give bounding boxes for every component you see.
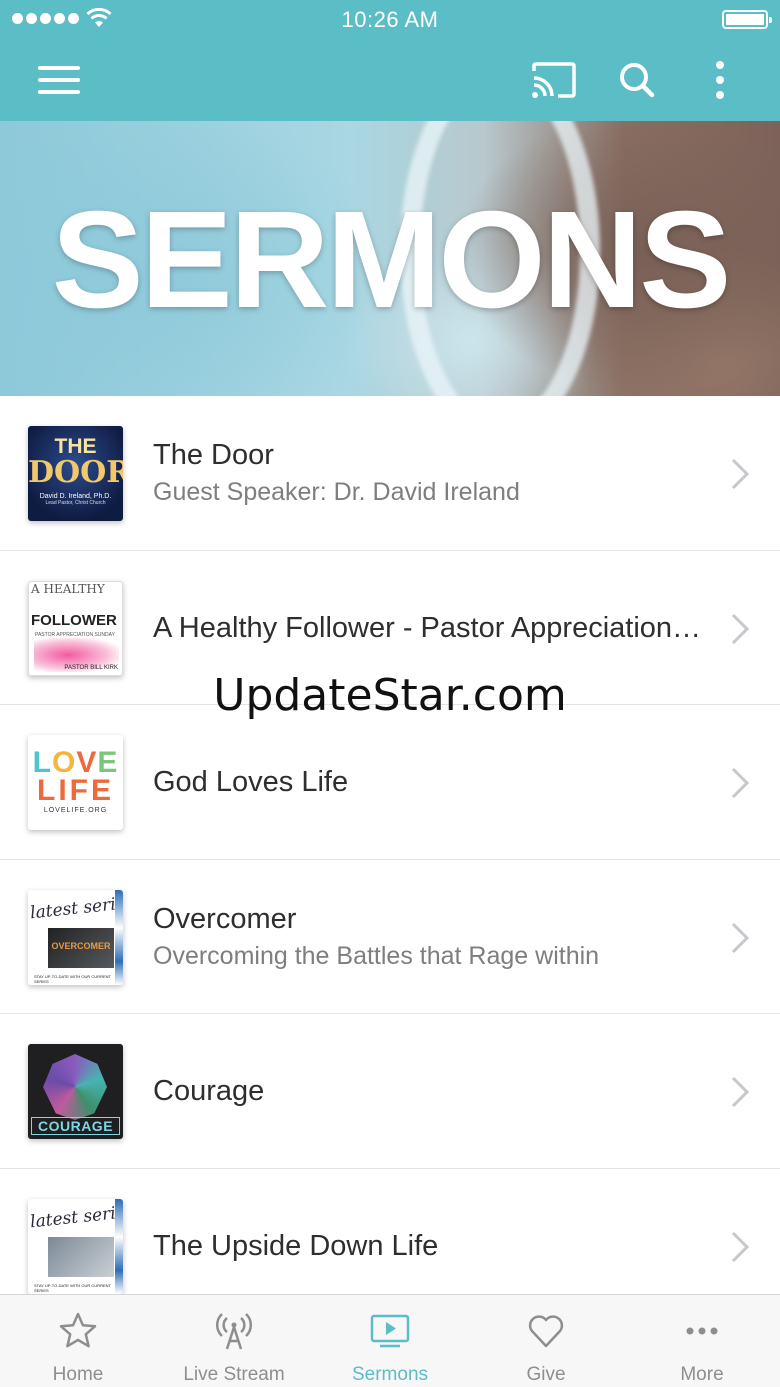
battery-icon [722, 10, 772, 29]
thumb-text: LOVE [32, 746, 119, 779]
tv-play-icon [370, 1314, 410, 1348]
sermon-thumbnail: latest series OVERCOMER STAY UP-TO-DATE … [28, 889, 123, 985]
sermon-row-god-loves-life[interactable]: LOVE LIFE LOVELIFE.ORG God Loves Life [0, 705, 780, 860]
thumb-text: OVERCOMER [51, 940, 111, 951]
watermark-text: UpdateStar.com [213, 670, 567, 721]
hero-banner: SERMONS [0, 121, 780, 396]
tab-home[interactable]: Home [0, 1295, 156, 1387]
thumb-text: STAY UP-TO-DATE WITH OUR CURRENT SERIES [34, 973, 111, 984]
menu-button[interactable] [29, 50, 89, 110]
overflow-menu-button[interactable] [690, 50, 750, 110]
sermon-list: THE DOOR David D. Ireland, Ph.D. Lead Pa… [0, 396, 780, 1323]
tab-sermons[interactable]: Sermons [312, 1295, 468, 1387]
tab-live-stream[interactable]: Live Stream [156, 1295, 312, 1387]
sermon-title: God Loves Life [153, 766, 349, 798]
thumb-text: FOLLOWER [31, 611, 117, 629]
thumb-artwork [115, 1198, 123, 1294]
sermon-thumbnail: latest series STAY UP-TO-DATE WITH OUR C… [28, 1198, 123, 1294]
menu-icon [38, 66, 80, 94]
sermon-title: A Healthy Follower - Pastor Appreciation… [153, 611, 702, 644]
thumb-text: LIFE [37, 774, 114, 807]
cast-button[interactable] [524, 50, 584, 110]
thumb-text: David D. Ireland, Ph.D. [39, 493, 112, 500]
sermon-subtitle: Guest Speaker: Dr. David Ireland [153, 478, 520, 506]
sermon-title: Overcomer [153, 902, 297, 935]
tab-more[interactable]: More [624, 1295, 780, 1387]
thumb-text: COURAGE [31, 1117, 120, 1135]
sermon-subtitle: Overcoming the Battles that Rage within [153, 941, 600, 970]
bottom-tab-bar: Home Live Stream Sermons Give More [0, 1294, 780, 1387]
chevron-right-icon [731, 458, 750, 490]
chevron-right-icon [731, 1076, 750, 1108]
more-horizontal-icon [686, 1327, 718, 1335]
tab-label: Sermons [351, 1364, 429, 1385]
thumb-text: DOOR [28, 455, 123, 490]
thumb-text: LOVELIFE.ORG [43, 807, 108, 814]
tab-label: Home [52, 1364, 104, 1385]
thumb-text: A HEALTHY [31, 581, 105, 596]
chevron-right-icon [731, 1231, 750, 1262]
sermon-thumbnail: LOVE LIFE LOVELIFE.ORG [28, 735, 123, 830]
thumb-artwork [115, 889, 123, 985]
sermon-title: The Upside Down Life [153, 1229, 439, 1262]
sermon-thumbnail: A HEALTHY FOLLOWER PASTOR APPRECIATION S… [28, 580, 123, 676]
broadcast-icon [215, 1313, 253, 1350]
thumb-artwork [48, 1236, 114, 1277]
tab-label: Live Stream [183, 1364, 285, 1385]
lion-artwork [43, 1054, 107, 1120]
tab-label: Give [526, 1364, 566, 1385]
cast-icon [532, 62, 576, 98]
sermon-row-overcomer[interactable]: latest series OVERCOMER STAY UP-TO-DATE … [0, 859, 780, 1014]
thumb-text: STAY UP-TO-DATE WITH OUR CURRENT SERIES [34, 1282, 111, 1293]
tab-give[interactable]: Give [468, 1295, 624, 1387]
thumb-text: latest series [29, 892, 123, 923]
status-bar: 10:26 AM [0, 0, 780, 40]
sermon-row-courage[interactable]: COURAGE Courage [0, 1014, 780, 1169]
thumb-artwork: OVERCOMER [48, 927, 114, 968]
app-toolbar [0, 40, 780, 121]
chevron-right-icon [731, 922, 750, 953]
status-time: 10:26 AM [341, 7, 439, 32]
search-icon [620, 63, 655, 98]
chevron-right-icon [731, 767, 750, 799]
thumb-text: Lead Pastor, Christ Church [45, 500, 106, 506]
search-button[interactable] [607, 50, 667, 110]
tab-label: More [680, 1364, 724, 1385]
chevron-right-icon [731, 613, 750, 644]
heart-icon [528, 1315, 564, 1348]
sermon-row-the-door[interactable]: THE DOOR David D. Ireland, Ph.D. Lead Pa… [0, 396, 780, 551]
sermon-thumbnail: COURAGE [28, 1044, 123, 1139]
sermon-title: Courage [153, 1075, 265, 1107]
sermon-thumbnail: THE DOOR David D. Ireland, Ph.D. Lead Pa… [28, 426, 123, 521]
thumb-text: latest series [29, 1201, 123, 1232]
star-icon [59, 1312, 97, 1348]
sermon-title: The Door [153, 439, 274, 471]
hero-title: SERMONS [51, 183, 732, 337]
more-vertical-icon [716, 61, 724, 99]
